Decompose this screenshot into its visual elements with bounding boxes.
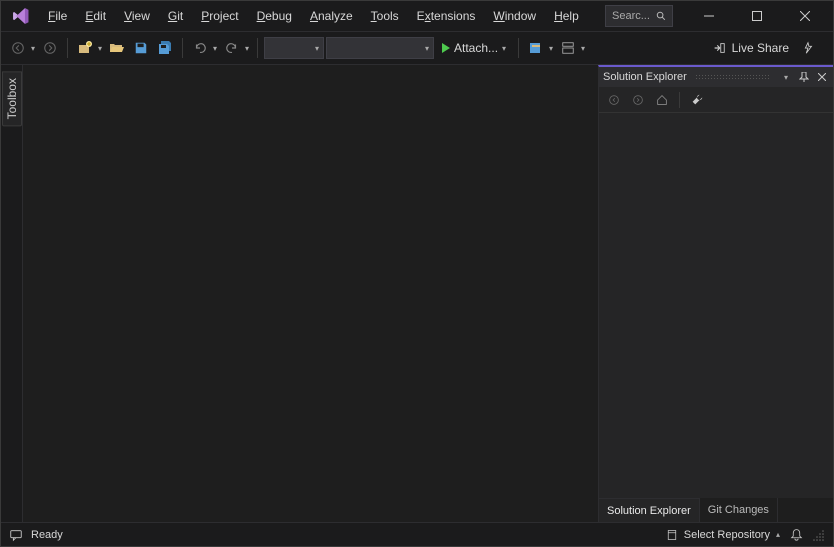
solution-explorer-panel: Solution Explorer ▾ — [598, 65, 833, 522]
save-button[interactable] — [130, 37, 152, 59]
chat-icon[interactable] — [9, 528, 23, 542]
status-right: Select Repository ▴ — [666, 528, 825, 541]
maximize-button[interactable] — [735, 1, 779, 31]
save-all-button[interactable] — [154, 37, 176, 59]
nav-back-button[interactable] — [7, 37, 29, 59]
panel-grip[interactable] — [695, 74, 771, 80]
new-project-button[interactable] — [74, 37, 96, 59]
editor-area — [23, 65, 598, 522]
layout-dropdown[interactable]: ▾ — [579, 44, 587, 53]
panel-toolbar — [599, 87, 833, 113]
select-repository-button[interactable]: Select Repository ▴ — [666, 529, 780, 541]
menu-edit[interactable]: Edit — [76, 5, 115, 27]
select-repo-label: Select Repository — [684, 529, 770, 541]
solution-tree[interactable] — [599, 113, 833, 498]
statusbar: Ready Select Repository ▴ — [1, 522, 833, 546]
panel-title: Solution Explorer — [603, 71, 687, 83]
home-icon[interactable] — [653, 91, 671, 109]
close-panel-icon[interactable] — [815, 70, 829, 84]
menu-help[interactable]: Help — [545, 5, 588, 27]
solution-config-combo[interactable]: ▾ — [264, 37, 324, 59]
live-share-button[interactable]: Live Share — [712, 41, 789, 55]
repo-icon — [666, 529, 678, 541]
solution-platform-combo[interactable]: ▾ — [326, 37, 434, 59]
toolbar-separator — [518, 38, 519, 58]
play-icon — [442, 43, 450, 53]
titlebar-right: Searc... — [605, 1, 827, 31]
live-share-label: Live Share — [732, 41, 789, 55]
toolbox-label: Toolbox — [5, 78, 19, 119]
toolbar-separator — [67, 38, 68, 58]
menu-tools[interactable]: Tools — [362, 5, 408, 27]
status-ready: Ready — [31, 529, 63, 541]
live-share-icon — [712, 41, 726, 55]
nav-forward-icon[interactable] — [629, 91, 647, 109]
nav-back-dropdown[interactable]: ▾ — [29, 44, 37, 53]
menu-view[interactable]: View — [115, 5, 159, 27]
toolbar-right: Live Share — [712, 37, 827, 59]
workspace: Toolbox Solution Explorer ▾ — [1, 65, 833, 522]
menu-git[interactable]: Git — [159, 5, 192, 27]
menu-extensions[interactable]: Extensions — [408, 5, 485, 27]
toolbox-tab[interactable]: Toolbox — [2, 71, 22, 126]
undo-button[interactable] — [189, 37, 211, 59]
new-project-dropdown[interactable]: ▾ — [96, 44, 104, 53]
tab-git-changes[interactable]: Git Changes — [700, 498, 778, 522]
toolbar-separator — [182, 38, 183, 58]
app-window: File Edit View Git Project Debug Analyze… — [0, 0, 834, 547]
nav-back-icon[interactable] — [605, 91, 623, 109]
undo-dropdown[interactable]: ▾ — [211, 44, 219, 53]
tab-label: Git Changes — [708, 504, 769, 516]
wrench-icon[interactable] — [688, 91, 706, 109]
attach-label: Attach... — [454, 41, 498, 55]
menu-window[interactable]: Window — [484, 5, 545, 27]
search-input[interactable]: Searc... — [605, 5, 673, 27]
main-menu: File Edit View Git Project Debug Analyze… — [39, 5, 588, 27]
resize-grip-icon[interactable] — [813, 529, 825, 541]
redo-dropdown[interactable]: ▾ — [243, 44, 251, 53]
notifications-button[interactable] — [790, 528, 803, 541]
left-rail: Toolbox — [1, 65, 23, 522]
menu-project[interactable]: Project — [192, 5, 247, 27]
titlebar: File Edit View Git Project Debug Analyze… — [1, 1, 833, 31]
chevron-up-icon: ▴ — [776, 530, 780, 539]
menu-file[interactable]: File — [39, 5, 76, 27]
toolbar: ▾ ▾ — [1, 31, 833, 65]
menu-analyze[interactable]: Analyze — [301, 5, 362, 27]
minimize-button[interactable] — [687, 1, 731, 31]
redo-button[interactable] — [221, 37, 243, 59]
menu-debug[interactable]: Debug — [248, 5, 301, 27]
panel-header[interactable]: Solution Explorer ▾ — [599, 67, 833, 87]
pin-icon[interactable] — [797, 70, 811, 84]
search-placeholder: Searc... — [612, 10, 650, 22]
search-icon — [656, 10, 666, 22]
open-file-button[interactable] — [106, 37, 128, 59]
tab-solution-explorer[interactable]: Solution Explorer — [599, 498, 700, 522]
tab-label: Solution Explorer — [607, 505, 691, 517]
close-button[interactable] — [783, 1, 827, 31]
nav-forward-button[interactable] — [39, 37, 61, 59]
panel-separator — [679, 92, 680, 108]
find-dropdown[interactable]: ▾ — [547, 44, 555, 53]
layout-button[interactable] — [557, 37, 579, 59]
bell-icon — [790, 528, 803, 541]
vs-logo-icon — [11, 6, 31, 26]
find-in-files-button[interactable] — [525, 37, 547, 59]
panel-tabs: Solution Explorer Git Changes — [599, 498, 833, 522]
toolbar-separator — [257, 38, 258, 58]
feedback-button[interactable] — [797, 37, 819, 59]
panel-menu-icon[interactable]: ▾ — [779, 70, 793, 84]
attach-debugger-button[interactable]: Attach... ▾ — [436, 37, 512, 59]
